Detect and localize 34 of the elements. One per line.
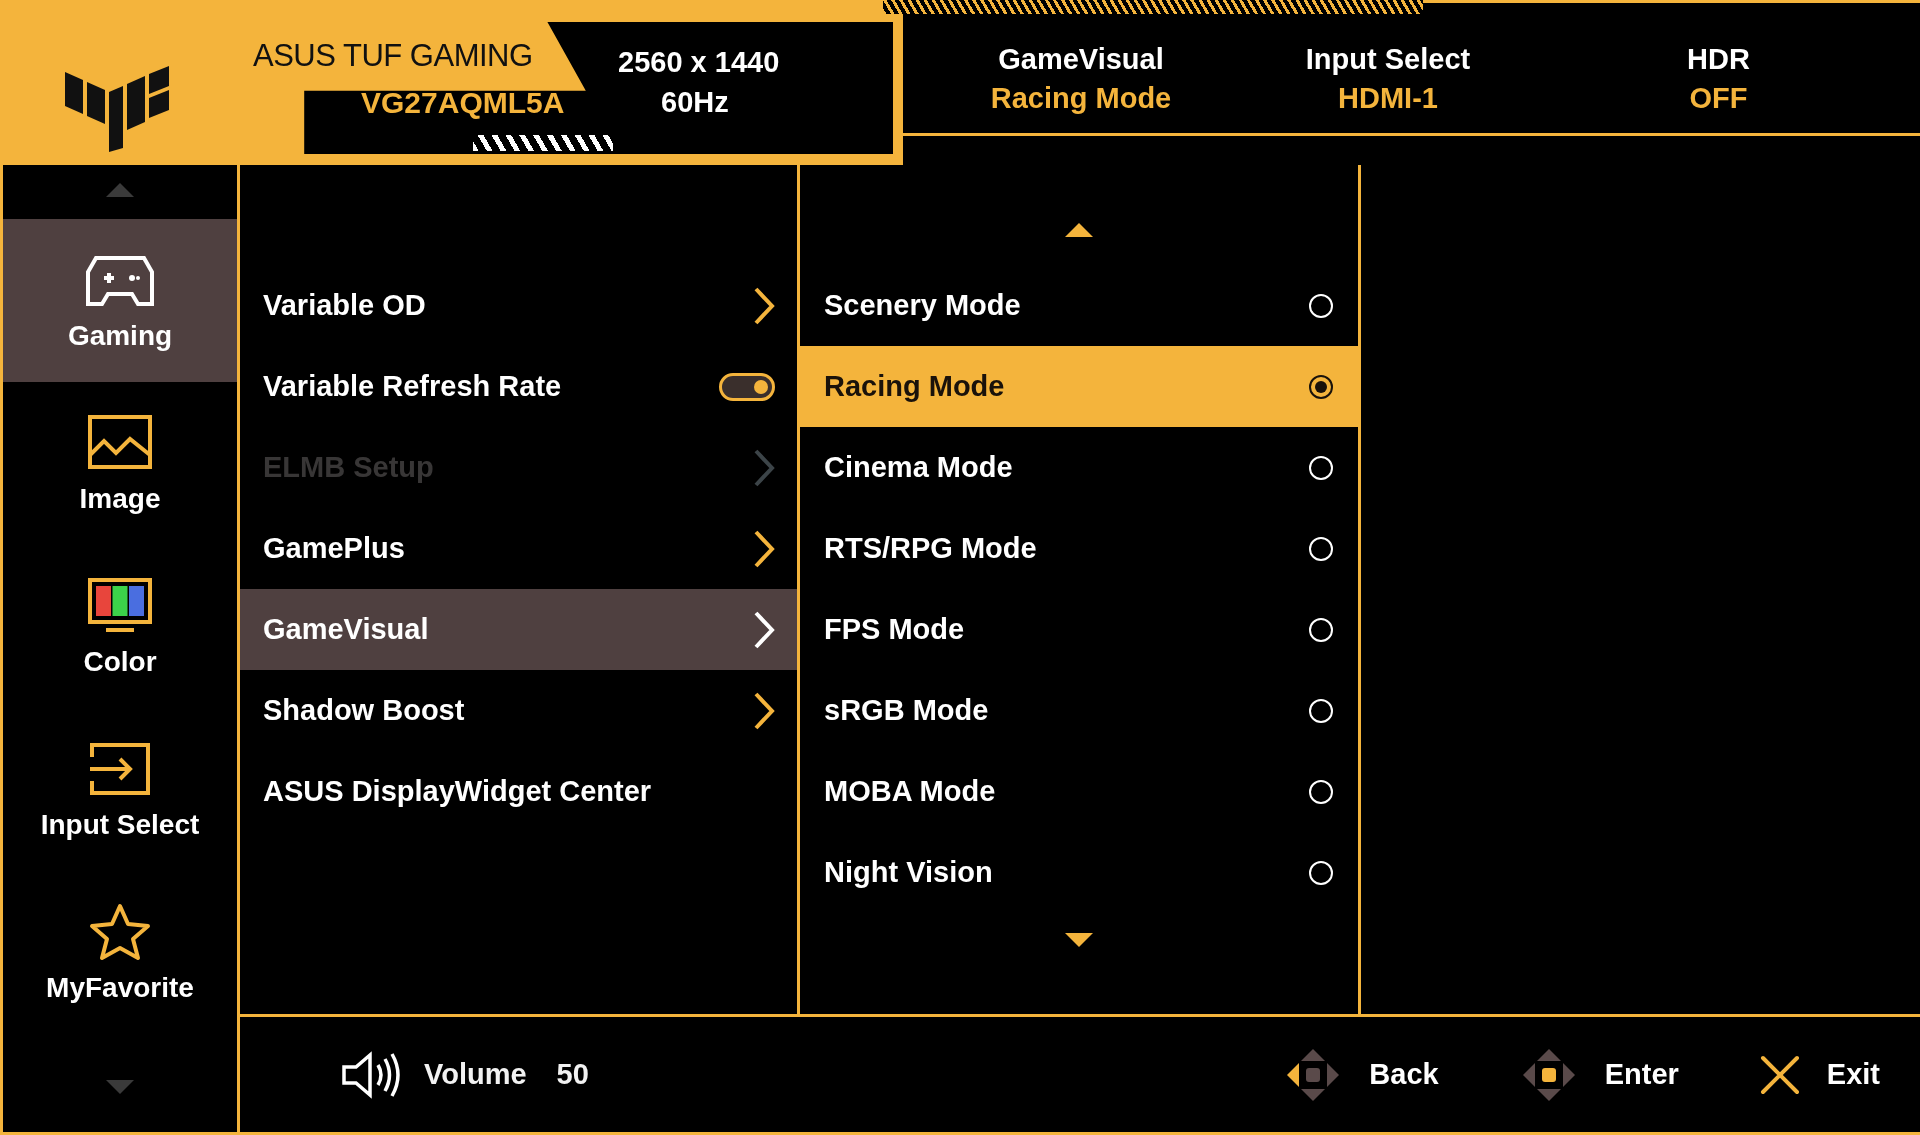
volume-value: 50 (556, 1058, 589, 1091)
menu-item[interactable]: Shadow Boost (240, 670, 797, 751)
status-value: HDMI-1 (1338, 82, 1438, 115)
menu-item[interactable]: Variable Refresh Rate (240, 346, 797, 427)
refresh-rate-text: 60Hz (661, 86, 729, 119)
hint-button[interactable]: Back (1283, 1044, 1439, 1105)
option-item[interactable]: Scenery Mode (800, 265, 1358, 346)
resolution-text: 2560 x 1440 (618, 46, 780, 79)
sidebar-item[interactable]: MyFavorite (3, 871, 237, 1034)
volume-label: Volume (424, 1058, 527, 1091)
option-item[interactable]: Night Vision (800, 832, 1358, 913)
status-label: HDR (1687, 43, 1750, 76)
option-item[interactable]: Cinema Mode (800, 427, 1358, 508)
option-item[interactable]: Racing Mode (800, 346, 1358, 427)
brand-text: ASUS TUF GAMING (253, 38, 533, 74)
sidebar-item[interactable]: Input Select (3, 708, 237, 871)
hint-button[interactable]: Exit (1758, 1053, 1880, 1096)
status-value: OFF (1689, 82, 1748, 115)
status-value: Racing Mode (990, 82, 1172, 115)
model-text: VG27AQML5A (361, 86, 565, 120)
option-item[interactable]: sRGB Mode (800, 670, 1358, 751)
option-item[interactable]: FPS Mode (800, 589, 1358, 670)
menu-item[interactable]: GameVisual (240, 589, 797, 670)
option-item[interactable]: RTS/RPG Mode (800, 508, 1358, 589)
status-label: Input Select (1305, 43, 1471, 76)
status-label: GameVisual (998, 43, 1164, 76)
option-item[interactable]: MOBA Mode (800, 751, 1358, 832)
sidebar-item[interactable]: Gaming (3, 219, 237, 382)
menu-item[interactable]: GamePlus (240, 508, 797, 589)
sidebar-item[interactable]: Color (3, 545, 237, 708)
hint-button[interactable]: Enter (1518, 1044, 1679, 1105)
sidebar-item[interactable]: Image (3, 382, 237, 545)
menu-item[interactable]: ASUS DisplayWidget Center (240, 751, 797, 832)
menu-item[interactable]: Variable OD (240, 265, 797, 346)
